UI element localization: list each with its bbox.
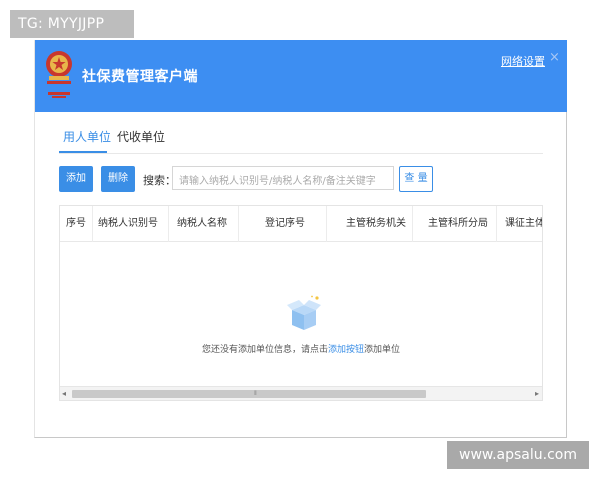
- column-header-branch-office: 主管科所分局: [428, 218, 488, 229]
- close-icon[interactable]: ×: [549, 50, 560, 65]
- column-divider: [168, 206, 169, 242]
- column-header-index: 序号: [66, 218, 86, 229]
- empty-state-text-after: 添加单位: [364, 345, 401, 355]
- tab-collection-agent[interactable]: 代收单位: [117, 128, 165, 145]
- column-header-tax-authority: 主管税务机关: [346, 218, 406, 229]
- column-divider: [238, 206, 239, 242]
- query-button[interactable]: 查 量: [399, 166, 433, 192]
- column-header-levy-subject: 课征主体登: [505, 218, 542, 229]
- scroll-left-arrow-icon[interactable]: ◂: [62, 389, 66, 398]
- unit-table: 序号 纳税人识别号 纳税人名称 登记序号 主管税务机关 主管科所分局 课征主体登…: [59, 205, 543, 401]
- column-header-taxpayer-name: 纳税人名称: [177, 218, 227, 229]
- empty-state-add-link[interactable]: 添加按钮: [328, 345, 364, 355]
- scroll-grip-icon: ⦀: [254, 390, 256, 397]
- column-divider: [326, 206, 327, 242]
- empty-state-text-before: 您还没有添加单位信息，请点击: [201, 345, 328, 355]
- column-divider: [412, 206, 413, 242]
- tab-employer[interactable]: 用人单位: [63, 128, 111, 145]
- column-divider: [92, 206, 93, 242]
- watermark-top-left: TG: MYYJJPP: [10, 10, 134, 38]
- search-input[interactable]: 请输入纳税人识别号/纳税人名称/备注关键字: [172, 166, 394, 190]
- column-divider: [496, 206, 497, 242]
- title-bar: 社保费管理客户端 网络设置 ×: [35, 40, 567, 112]
- tab-divider: [59, 153, 543, 154]
- app-window: 社保费管理客户端 网络设置 × 用人单位 代收单位 添加 删除 搜索： 请输入纳…: [34, 40, 567, 438]
- horizontal-scrollbar[interactable]: ◂ ⦀ ▸: [60, 386, 542, 400]
- table-header: 序号 纳税人识别号 纳税人名称 登记序号 主管税务机关 主管科所分局 课征主体登: [60, 206, 542, 242]
- watermark-bottom-right: www.apsalu.com: [447, 441, 589, 469]
- column-header-taxpayer-id: 纳税人识别号: [98, 218, 158, 229]
- scrollbar-thumb[interactable]: ⦀: [72, 390, 426, 398]
- column-header-registration-no: 登记序号: [265, 218, 305, 229]
- national-emblem-icon: [46, 51, 72, 98]
- empty-state-message: 您还没有添加单位信息，请点击添加按钮添加单位: [60, 342, 542, 355]
- delete-button[interactable]: 删除: [101, 166, 135, 192]
- network-settings-link[interactable]: 网络设置: [501, 53, 545, 69]
- scroll-right-arrow-icon[interactable]: ▸: [535, 389, 539, 398]
- app-title: 社保费管理客户端: [82, 69, 198, 85]
- add-button[interactable]: 添加: [59, 166, 93, 192]
- empty-box-icon: [287, 295, 321, 330]
